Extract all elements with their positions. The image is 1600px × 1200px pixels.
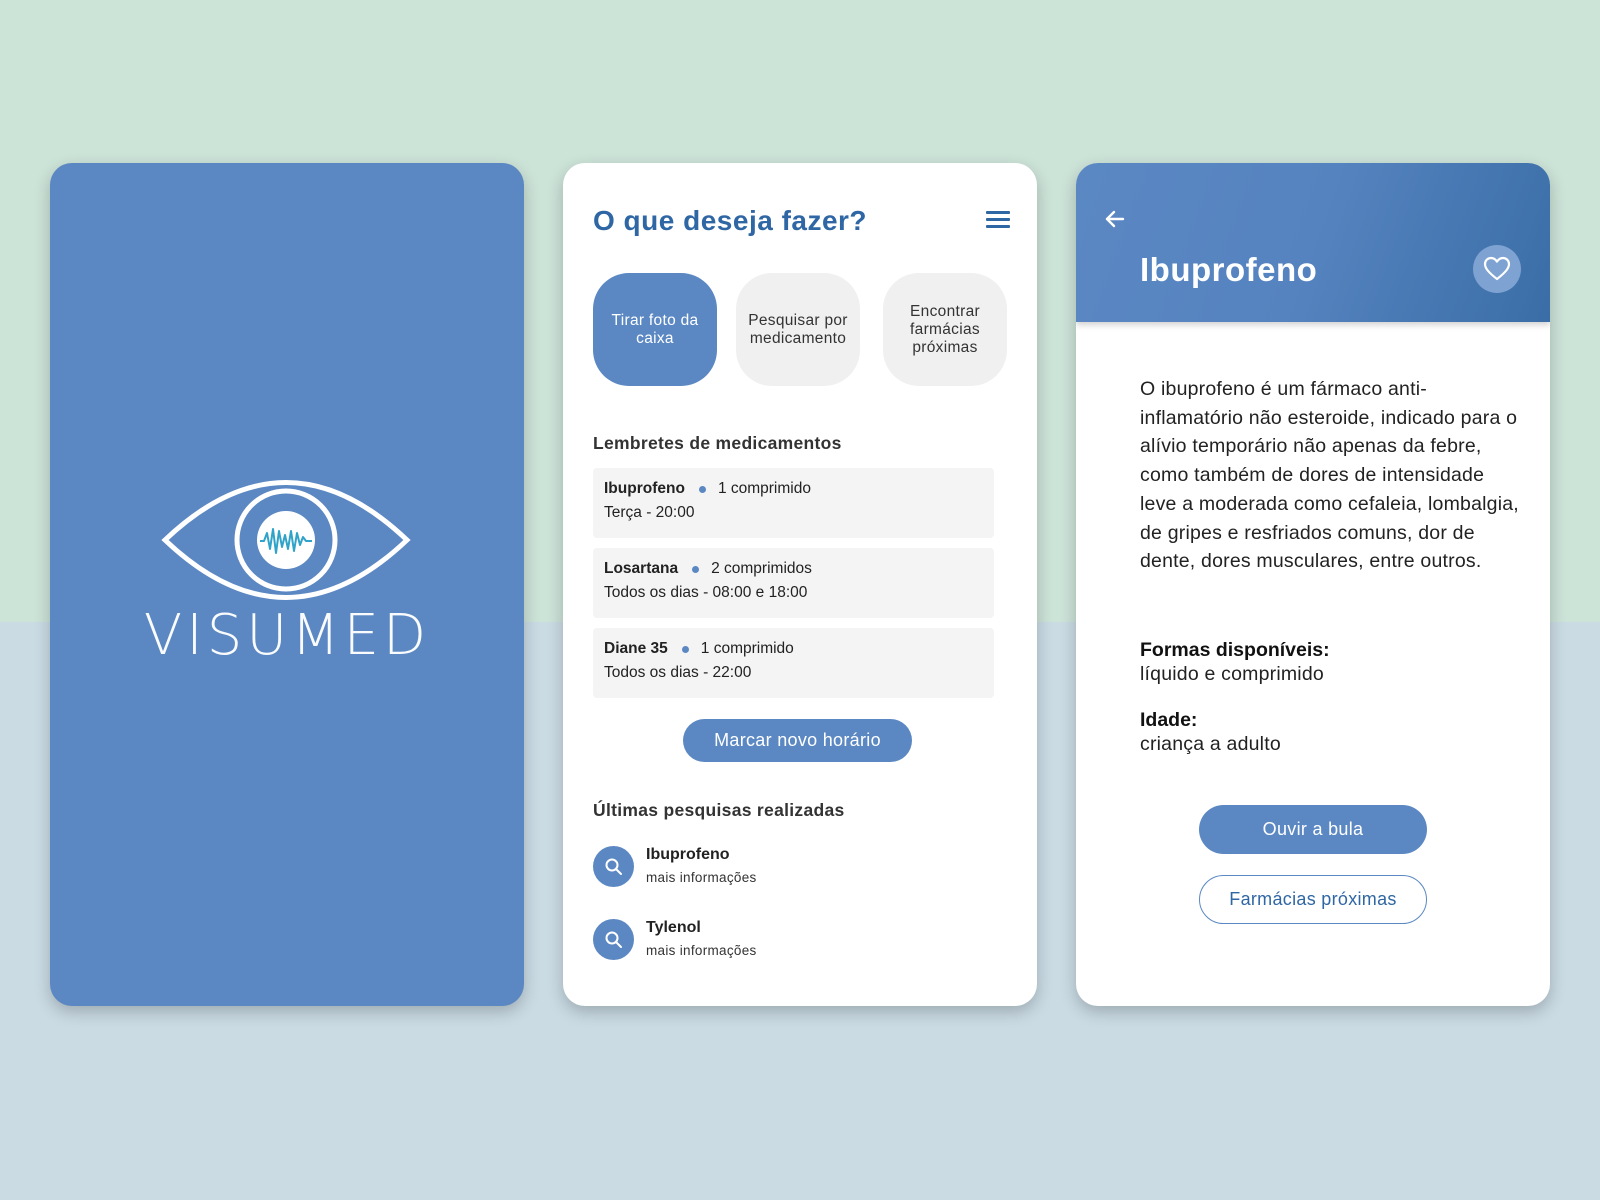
reminder-item[interactable]: Ibuprofeno 1 comprimido Terça - 20:00 — [593, 468, 994, 538]
recent-search-item[interactable]: Tylenol mais informações — [593, 917, 893, 961]
medication-title: Ibuprofeno — [1140, 251, 1318, 288]
recent-searches-title: Últimas pesquisas realizadas — [593, 800, 845, 820]
detail-header: Ibuprofeno — [1076, 163, 1550, 322]
reminder-name: Ibuprofeno — [604, 480, 685, 497]
medication-description: O ibuprofeno é um fármaco anti-inflamató… — [1140, 378, 1519, 573]
forms-value: líquido e comprimido — [1140, 663, 1324, 685]
page-title: O que deseja fazer? — [593, 205, 868, 236]
forms-label: Formas disponíveis: — [1140, 639, 1330, 661]
new-schedule-button[interactable]: Marcar novo horário — [683, 719, 912, 762]
splash-screen: VISUMED — [50, 163, 524, 1006]
listen-leaflet-button[interactable]: Ouvir a bula — [1199, 805, 1427, 854]
arrow-left-icon[interactable] — [1102, 206, 1128, 232]
reminder-name: Losartana — [604, 560, 679, 577]
favorite-button[interactable] — [1473, 245, 1521, 293]
recent-search-item[interactable]: Ibuprofeno mais informações — [593, 844, 893, 888]
hamburger-menu-icon[interactable] — [986, 211, 1010, 231]
take-photo-button[interactable]: Tirar foto da caixa — [593, 273, 717, 386]
more-info-link[interactable]: mais informações — [646, 943, 757, 958]
reminder-dose: 1 comprimido — [717, 480, 811, 497]
more-info-link[interactable]: mais informações — [646, 870, 757, 885]
eye-soundwave-logo-icon — [161, 480, 411, 600]
heart-icon — [1483, 256, 1511, 281]
recent-search-name: Ibuprofeno — [646, 846, 730, 863]
reminders-section-title: Lembretes de medicamentos — [593, 433, 842, 453]
search-medication-button[interactable]: Pesquisar por medicamento — [736, 273, 860, 386]
logo-wordmark: VISUMED — [143, 603, 431, 668]
reminder-dose: 2 comprimidos — [711, 560, 812, 577]
age-label: Idade: — [1140, 709, 1198, 731]
search-icon — [593, 846, 634, 887]
separator-dot — [681, 645, 689, 653]
medication-detail-screen: Ibuprofeno O ibuprofeno é um fármaco ant… — [1076, 163, 1550, 1006]
reminder-name: Diane 35 — [604, 640, 668, 657]
home-screen: O que deseja fazer? Tirar foto da caixa … — [563, 163, 1037, 1006]
reminder-schedule: Todos os dias - 22:00 — [604, 664, 752, 681]
separator-dot — [698, 485, 706, 493]
reminder-item[interactable]: Losartana 2 comprimidos Todos os dias - … — [593, 548, 994, 618]
reminder-schedule: Terça - 20:00 — [604, 504, 695, 521]
reminder-dose: 1 comprimido — [700, 640, 794, 657]
reminder-schedule: Todos os dias - 08:00 e 18:00 — [604, 584, 808, 601]
find-pharmacies-button[interactable]: Encontrar farmácias próximas — [883, 273, 1007, 386]
age-value: criança a adulto — [1140, 733, 1281, 755]
separator-dot — [692, 565, 700, 573]
nearby-pharmacies-button[interactable]: Farmácias próximas — [1199, 875, 1427, 924]
reminder-item[interactable]: Diane 35 1 comprimido Todos os dias - 22… — [593, 628, 994, 698]
recent-search-name: Tylenol — [646, 919, 701, 936]
search-icon — [593, 919, 634, 960]
